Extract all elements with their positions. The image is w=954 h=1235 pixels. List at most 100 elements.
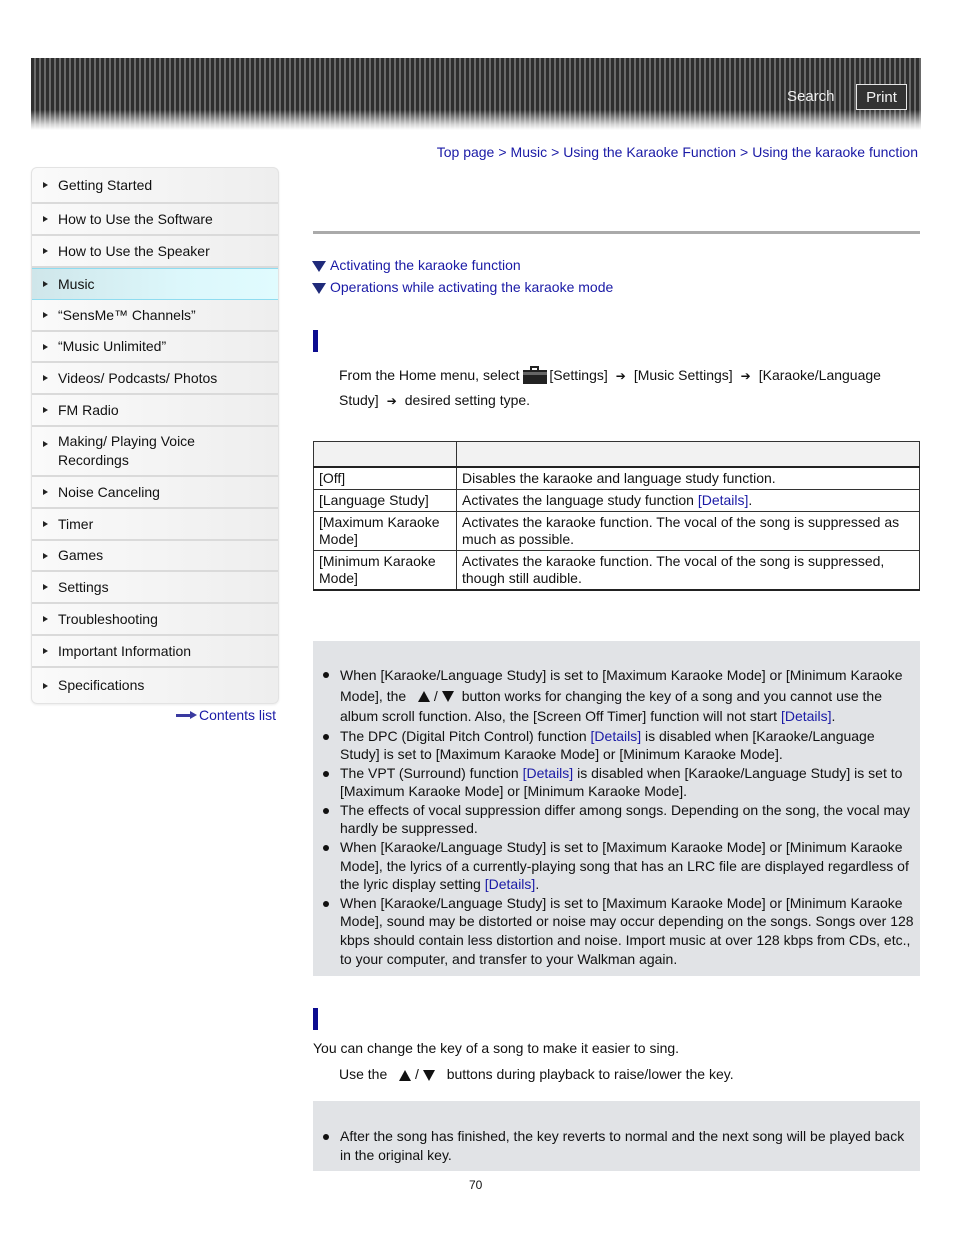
triangle-right-icon [43,489,48,495]
toc-link-label[interactable]: Operations while activating the karaoke … [330,279,613,295]
sidebar-item-how-to-use-speaker[interactable]: How to Use the Speaker [32,236,278,268]
search-link[interactable]: Search [787,88,835,105]
triangle-right-icon [43,343,48,350]
sidebar-item-label: Troubleshooting [58,610,158,627]
section2-intro: You can change the key of a song to make… [313,1040,680,1056]
details-link[interactable]: [Details] [698,492,749,508]
toc-link-label[interactable]: Activating the karaoke function [330,257,521,273]
section-heading-marker [313,1008,318,1030]
note-item: The VPT (Surround) function [Details] is… [313,764,916,801]
sidebar-item-videos-podcasts-photos[interactable]: Videos/ Podcasts/ Photos [32,363,278,395]
sidebar-item-music[interactable]: Music [32,268,278,300]
note-box: After the song has finished, the key rev… [313,1101,920,1171]
sidebar-item-games[interactable]: Games [32,541,278,572]
sidebar-item-getting-started[interactable]: Getting Started [32,168,278,204]
sidebar-item-label: “Music Unlimited” [58,338,167,354]
title-divider [313,231,920,234]
triangle-down-icon [312,282,326,294]
toc-link-activating[interactable]: Activating the karaoke function [312,254,613,276]
triangle-up-icon [399,1069,412,1081]
sidebar-item-settings[interactable]: Settings [32,572,278,604]
option-cell: [Minimum Karaoke Mode] [313,550,457,591]
sidebar-item-label: Settings [58,578,109,595]
step-suffix: desired setting type. [404,392,531,408]
sidebar-item-label: Videos/ Podcasts/ Photos [58,369,218,386]
section2-step: Use the / buttons during playback to rai… [339,1066,734,1082]
sidebar-item-music-unlimited[interactable]: “Music Unlimited” [32,332,278,363]
note-text: . [831,708,836,724]
triangle-down-icon [312,260,326,272]
toolbox-settings-icon [523,366,548,384]
note-item: After the song has finished, the key rev… [313,1127,916,1164]
note-text: The DPC (Digital Pitch Control) function [340,727,591,744]
table-row: [Language Study] Activates the language … [313,489,920,512]
breadcrumb-top-page[interactable]: Top page [437,144,495,160]
triangle-right-icon [43,682,48,689]
page-number: 70 [469,1178,483,1192]
sidebar-item-how-to-use-software[interactable]: How to Use the Software [32,204,278,236]
sidebar-item-label: Getting Started [58,176,153,193]
sidebar-item-label: Specifications [58,677,145,693]
triangle-right-icon [43,216,48,222]
sidebar-item-fm-radio[interactable]: FM Radio [32,395,278,427]
details-link[interactable]: [Details] [781,708,832,724]
sidebar-item-label: Making/ Playing Voice Recordings [58,433,195,468]
print-button[interactable]: Print [856,84,907,110]
triangle-right-icon [43,648,48,654]
option-cell: [Language Study] [313,489,457,512]
step-text: From the Home menu, select [339,367,520,383]
table-header-cell [456,441,920,468]
triangle-up-icon [418,691,431,703]
sidebar-item-voice-recordings[interactable]: Making/ Playing Voice Recordings [32,427,278,477]
details-link[interactable]: [Details] [591,728,642,744]
description-tail: . [748,492,753,508]
sidebar-item-important-information[interactable]: Important Information [32,636,278,668]
table-header-row [313,441,920,468]
up-down-buttons-icon: / [418,686,454,707]
sidebar-item-specifications[interactable]: Specifications [32,668,278,703]
sidebar-item-label: How to Use the Speaker [58,242,210,259]
breadcrumb-current-page[interactable]: Using the karaoke function [752,144,918,160]
note-item: The effects of vocal suppression differ … [313,801,916,838]
note-item: The DPC (Digital Pitch Control) function… [313,727,916,764]
section-heading-marker [313,330,318,352]
description-cell: Activates the karaoke function. The voca… [456,550,920,591]
note-item: When [Karaoke/Language Study] is set to … [313,894,916,968]
details-link[interactable]: [Details] [485,876,536,892]
sidebar-item-troubleshooting[interactable]: Troubleshooting [32,604,278,636]
up-down-buttons-icon: / [399,1066,435,1082]
arrow-right-icon: ➔ [615,369,626,383]
description-text: Disables the karaoke and language study … [462,470,776,486]
breadcrumb-music[interactable]: Music [511,144,548,160]
option-cell: [Maximum Karaoke Mode] [313,511,457,551]
step-text: buttons during playback to raise/lower t… [446,1066,734,1082]
settings-table: [Off] Disables the karaoke and language … [313,441,920,591]
table-row: [Maximum Karaoke Mode] Activates the kar… [313,511,920,551]
step-text: Use the [339,1066,388,1082]
triangle-right-icon [43,248,48,254]
note-text: The effects of vocal suppression differ … [340,801,910,837]
details-link[interactable]: [Details] [523,765,574,781]
sidebar-item-timer[interactable]: Timer [32,509,278,541]
step-settings: [Settings] [549,367,608,383]
description-cell: Activates the karaoke function. The voca… [456,511,920,551]
toc-link-operations[interactable]: Operations while activating the karaoke … [312,276,613,298]
note-item: When [Karaoke/Language Study] is set to … [313,838,916,894]
triangle-down-icon [441,691,454,703]
step-karaoke: [Karaoke/Language [758,367,881,383]
triangle-right-icon [43,552,48,559]
sidebar-item-label: Games [58,547,104,563]
triangle-right-icon [43,375,48,381]
sidebar-item-noise-canceling[interactable]: Noise Canceling [32,477,278,509]
table-row: [Off] Disables the karaoke and language … [313,466,920,490]
arrow-right-icon [176,711,198,719]
step-music-settings: [Music Settings] [633,367,733,383]
breadcrumb: Top page > Music > Using the Karaoke Functio… [437,144,918,160]
sidebar-item-label: How to Use the Software [58,210,213,227]
option-cell: [Off] [313,466,457,490]
breadcrumb-karaoke-function[interactable]: Using the Karaoke Function [563,144,736,160]
sidebar-item-sensme-channels[interactable]: “SensMe™ Channels” [32,300,278,332]
triangle-right-icon [43,441,48,447]
note-item: When [Karaoke/Language Study] is set to … [313,665,916,727]
contents-list-link[interactable]: Contents list [176,707,276,723]
